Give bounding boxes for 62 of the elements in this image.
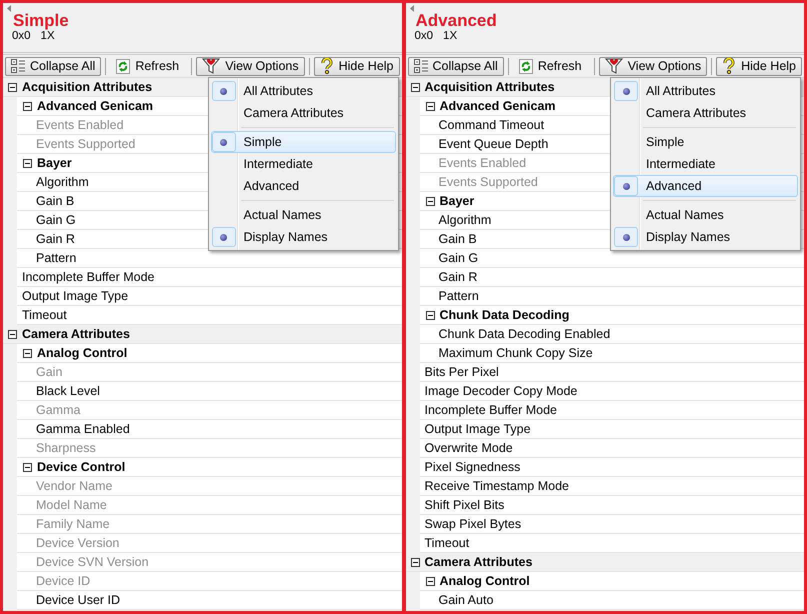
attribute-label: Gain G bbox=[36, 213, 76, 227]
info-text: 0x0 bbox=[414, 30, 434, 42]
attribute-label: Bayer bbox=[37, 156, 72, 170]
attribute-label: Black Level bbox=[36, 384, 100, 398]
attribute-label: Device ID bbox=[36, 574, 90, 588]
attribute-label: Device Control bbox=[37, 460, 126, 474]
attribute-label: Acquisition Attributes bbox=[22, 80, 152, 94]
attribute-label: Gain R bbox=[36, 232, 75, 246]
attribute-label: Events Supported bbox=[36, 137, 136, 151]
attribute-label: Events Supported bbox=[438, 175, 538, 189]
attribute-label: Device Version bbox=[36, 536, 120, 550]
info-text: 1X bbox=[443, 30, 458, 42]
attribute-label: Pattern bbox=[36, 251, 76, 265]
attribute-label: Shift Pixel Bits bbox=[424, 498, 504, 512]
attribute-label: Incomplete Buffer Mode bbox=[424, 403, 557, 417]
attribute-label: Gain G bbox=[438, 251, 478, 265]
attribute-label: Advanced Genicam bbox=[37, 99, 154, 113]
attribute-label: Acquisition Attributes bbox=[424, 80, 555, 94]
attribute-label: Algorithm bbox=[36, 175, 89, 189]
attribute-label: Swap Pixel Bytes bbox=[424, 517, 522, 531]
attribute-label: Incomplete Buffer Mode bbox=[22, 270, 154, 284]
attribute-label: Maximum Chunk Copy Size bbox=[438, 346, 593, 360]
attribute-label: Gamma bbox=[36, 403, 80, 417]
attribute-label: Timeout bbox=[22, 308, 67, 322]
attribute-label: Camera Attributes bbox=[424, 555, 532, 569]
attribute-label: Camera Attributes bbox=[22, 327, 130, 341]
attribute-label: Output Image Type bbox=[424, 422, 531, 436]
info-text: 1X bbox=[40, 30, 55, 42]
attribute-label: Gain B bbox=[36, 194, 74, 208]
attribute-label: Receive Timestamp Mode bbox=[424, 479, 570, 493]
attribute-label: Device User ID bbox=[36, 593, 120, 607]
attribute-label: Event Queue Depth bbox=[438, 137, 548, 151]
attribute-label: Advanced Genicam bbox=[440, 99, 556, 113]
attribute-label: Chunk Data Decoding Enabled bbox=[438, 327, 610, 341]
attribute-label: Vendor Name bbox=[36, 479, 112, 493]
attribute-label: Command Timeout bbox=[438, 118, 544, 132]
attribute-label: Gain bbox=[36, 365, 62, 379]
attribute-label: Pixel Signedness bbox=[424, 460, 520, 474]
attribute-label: Analog Control bbox=[440, 574, 530, 588]
attribute-label: Algorithm bbox=[438, 213, 492, 227]
attribute-label: Image Decoder Copy Mode bbox=[424, 384, 578, 398]
attribute-label: Chunk Data Decoding bbox=[440, 308, 570, 322]
attribute-label: Overwrite Mode bbox=[424, 441, 513, 455]
attribute-label: Model Name bbox=[36, 498, 107, 512]
panel-title: Simple bbox=[13, 12, 70, 30]
attribute-label: Output Image Type bbox=[22, 289, 128, 303]
attribute-label: Events Enabled bbox=[36, 118, 124, 132]
attribute-label: Gain Auto bbox=[438, 593, 494, 607]
attribute-label: Pattern bbox=[438, 289, 479, 303]
panel-title: Advanced bbox=[416, 12, 498, 30]
attribute-label: Bayer bbox=[440, 194, 474, 208]
attribute-label: Device SVN Version bbox=[36, 555, 149, 569]
attribute-label: Events Enabled bbox=[438, 156, 526, 170]
attribute-label: Sharpness bbox=[36, 441, 96, 455]
attribute-label: Bits Per Pixel bbox=[424, 365, 499, 379]
attribute-label: Gain R bbox=[438, 270, 478, 284]
attribute-label: Gamma Enabled bbox=[36, 422, 130, 436]
attribute-label: Family Name bbox=[36, 517, 110, 531]
attribute-label: Analog Control bbox=[37, 346, 128, 360]
attribute-label: Gain B bbox=[438, 232, 477, 246]
info-text: 0x0 bbox=[12, 30, 31, 42]
attribute-label: Timeout bbox=[424, 536, 470, 550]
